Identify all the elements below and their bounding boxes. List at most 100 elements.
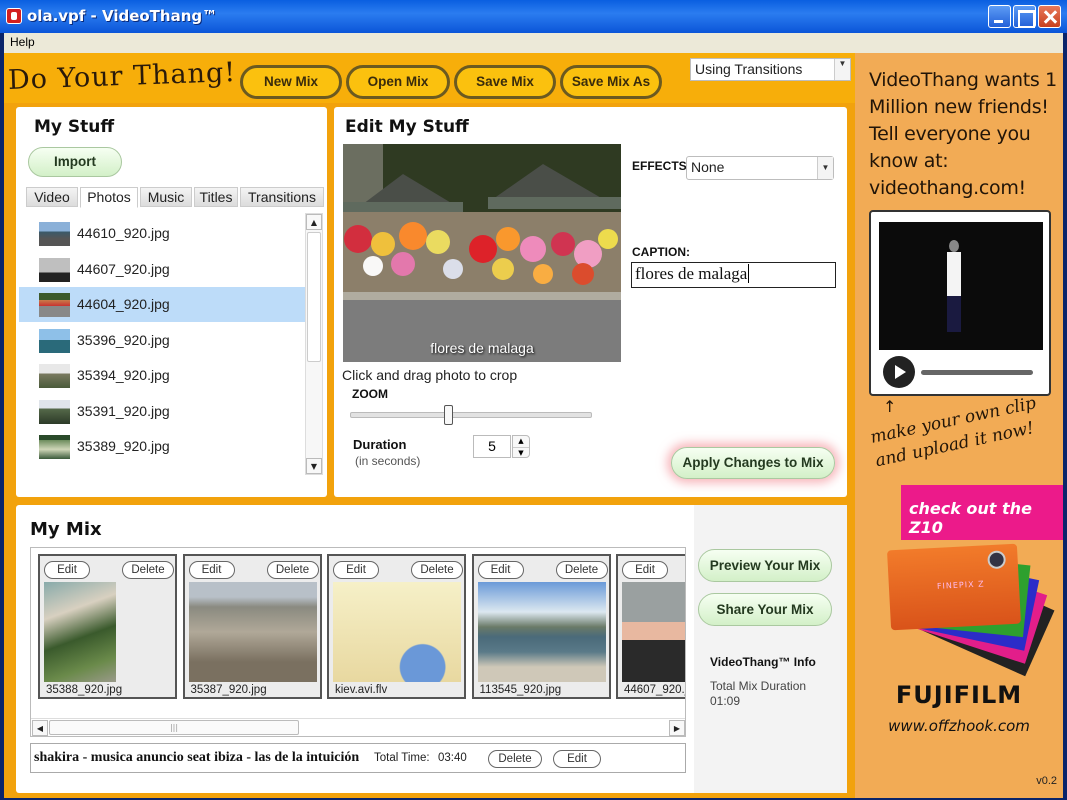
media-tabs: Video Photos Music Titles Transitions <box>26 187 324 209</box>
preview-mix-button[interactable]: Preview Your Mix <box>698 549 832 582</box>
duration-input[interactable]: 5 <box>473 435 511 458</box>
clip-thumbnail <box>44 582 116 682</box>
import-button[interactable]: Import <box>28 147 122 177</box>
file-list-item[interactable]: 35394_920.jpg <box>19 358 305 393</box>
photo-preview[interactable]: flores de malaga <box>343 144 621 362</box>
window-title: ola.vpf - VideoThang™ <box>27 7 218 25</box>
file-list-item[interactable]: 44604_920.jpg <box>19 287 305 322</box>
edit-title: Edit My Stuff <box>345 117 469 137</box>
scroll-up-icon[interactable]: ▲ <box>306 214 322 230</box>
my-stuff-title: My Stuff <box>34 117 115 137</box>
dancer-head <box>949 240 959 252</box>
audio-delete-button[interactable]: Delete <box>488 750 542 768</box>
play-triangle <box>895 365 906 379</box>
tab-video[interactable]: Video <box>26 187 78 207</box>
menu-bar: Help <box>4 33 1063 53</box>
clip-thumbnail <box>188 582 317 682</box>
tab-music[interactable]: Music <box>140 187 192 207</box>
mix-clip[interactable]: Edit Delete 35388_920.jpg <box>38 554 177 699</box>
ad-video-frame[interactable] <box>869 210 1051 396</box>
mix-clip[interactable]: EditDelete44607_920.jpg <box>616 554 685 699</box>
promo-text: check out the Z10 <box>909 499 1032 537</box>
stepper-down-icon[interactable]: ▼ <box>513 447 529 458</box>
clip-thumbnail <box>333 582 461 682</box>
clip-edit-button[interactable]: Edit <box>44 561 90 579</box>
clip-name: 113545_920.jpg <box>479 684 562 696</box>
clip-edit-button[interactable]: Edit <box>188 561 235 579</box>
mix-clip[interactable]: Edit Delete 35387_920.jpg <box>182 554 322 699</box>
effects-label: EFFECTS <box>632 159 687 173</box>
clip-edit-button[interactable]: Edit <box>622 561 668 579</box>
menu-help[interactable]: Help <box>10 35 35 49</box>
mix-duration-value: 01:09 <box>710 694 741 708</box>
tab-photos[interactable]: Photos <box>80 187 138 208</box>
file-list-item[interactable]: 35389_920.jpg <box>19 429 305 464</box>
mix-clip[interactable]: Edit Delete kiev.avi.flv <box>327 554 466 699</box>
minimize-button[interactable] <box>988 5 1011 28</box>
camera-orange: FINEPIX Z <box>886 543 1022 631</box>
file-list-item[interactable]: 35396_920.jpg <box>19 323 305 358</box>
ad-panel[interactable]: VideoThang wants 1 Million new friends! … <box>855 53 1063 798</box>
clip-delete-button[interactable]: Delete <box>122 561 174 579</box>
share-mix-button[interactable]: Share Your Mix <box>698 593 832 626</box>
file-list-item[interactable]: 35391_920.jpg <box>19 394 305 429</box>
my-stuff-panel: My Stuff Import Video Photos Music Title… <box>16 107 327 497</box>
file-name: 44607_920.jpg <box>77 260 170 277</box>
timeline-scroll-thumb[interactable]: ||| <box>49 720 299 735</box>
app-main: Do Your Thang! New Mix Open Mix Save Mix… <box>4 53 855 798</box>
edit-panel: Edit My Stuff flores de malaga Click and… <box>334 107 847 497</box>
dancer-legs <box>947 296 961 332</box>
file-name: 35396_920.jpg <box>77 331 170 348</box>
apply-changes-button[interactable]: Apply Changes to Mix <box>671 447 835 479</box>
clip-thumbnail <box>477 582 606 682</box>
new-mix-button[interactable]: New Mix <box>240 65 342 99</box>
tab-titles[interactable]: Titles <box>194 187 238 207</box>
clip-name: 35387_920.jpg <box>190 684 267 696</box>
promo-banner: check out the Z10 <box>901 485 1063 540</box>
file-thumbnail <box>39 328 70 353</box>
zoom-slider[interactable] <box>350 405 592 425</box>
close-button[interactable] <box>1038 5 1061 28</box>
scroll-right-icon[interactable]: ▶ <box>669 720 685 736</box>
duration-unit: (in seconds) <box>355 454 421 468</box>
file-name: 35391_920.jpg <box>77 402 170 419</box>
file-list-scroll-thumb[interactable] <box>307 232 321 362</box>
clip-delete-button[interactable]: Delete <box>555 561 608 579</box>
caption-input[interactable]: flores de malaga <box>631 262 836 288</box>
timeline-scrollbar[interactable]: ◀ ||| ▶ <box>31 718 685 736</box>
clip-delete-button[interactable]: Delete <box>266 561 319 579</box>
file-list-item[interactable]: 44607_920.jpg <box>19 252 305 287</box>
clip-delete-button[interactable]: Delete <box>411 561 463 579</box>
mix-clip[interactable]: Edit Delete 113545_920.jpg <box>471 554 611 699</box>
open-mix-button[interactable]: Open Mix <box>346 65 450 99</box>
ad-url[interactable]: www.offzhook.com <box>855 717 1063 735</box>
scroll-down-icon[interactable]: ▼ <box>306 458 322 474</box>
file-name: 44610_920.jpg <box>77 225 170 241</box>
app-icon <box>6 8 22 24</box>
clip-edit-button[interactable]: Edit <box>333 561 379 579</box>
camera-image: FINEPIX Z <box>886 543 1055 677</box>
effects-select[interactable]: None ▼ <box>686 156 834 180</box>
file-name: 44604_920.jpg <box>77 296 170 312</box>
stepper-up-icon[interactable]: ▲ <box>513 436 529 447</box>
mode-select[interactable]: Using Transitions ▼ <box>690 58 851 81</box>
chevron-down-icon[interactable]: ▼ <box>834 59 850 80</box>
tab-transitions[interactable]: Transitions <box>240 187 324 207</box>
maximize-button[interactable] <box>1013 5 1036 28</box>
save-mix-button[interactable]: Save Mix <box>454 65 556 99</box>
chevron-down-icon[interactable]: ▼ <box>817 157 833 179</box>
mode-select-value: Using Transitions <box>695 61 803 77</box>
play-icon[interactable] <box>883 356 915 388</box>
clip-edit-button[interactable]: Edit <box>477 561 524 579</box>
brand-logo: FUJIFILM <box>895 681 1023 709</box>
arrow-up-icon: ↑ <box>883 397 897 416</box>
file-list-scrollbar[interactable]: ▲ ▼ <box>305 213 323 475</box>
audio-edit-button[interactable]: Edit <box>553 750 601 768</box>
save-mix-as-button[interactable]: Save Mix As <box>560 65 662 99</box>
zoom-slider-thumb[interactable] <box>444 405 453 425</box>
scroll-left-icon[interactable]: ◀ <box>32 720 48 736</box>
my-mix-panel: My Mix Edit Delete 35388_920.jpg Edit Delete… <box>16 505 847 793</box>
duration-stepper[interactable]: ▲ ▼ <box>512 435 530 458</box>
total-time-label: Total Time: <box>374 752 430 764</box>
file-list-item[interactable]: 44610_920.jpg <box>19 216 305 251</box>
